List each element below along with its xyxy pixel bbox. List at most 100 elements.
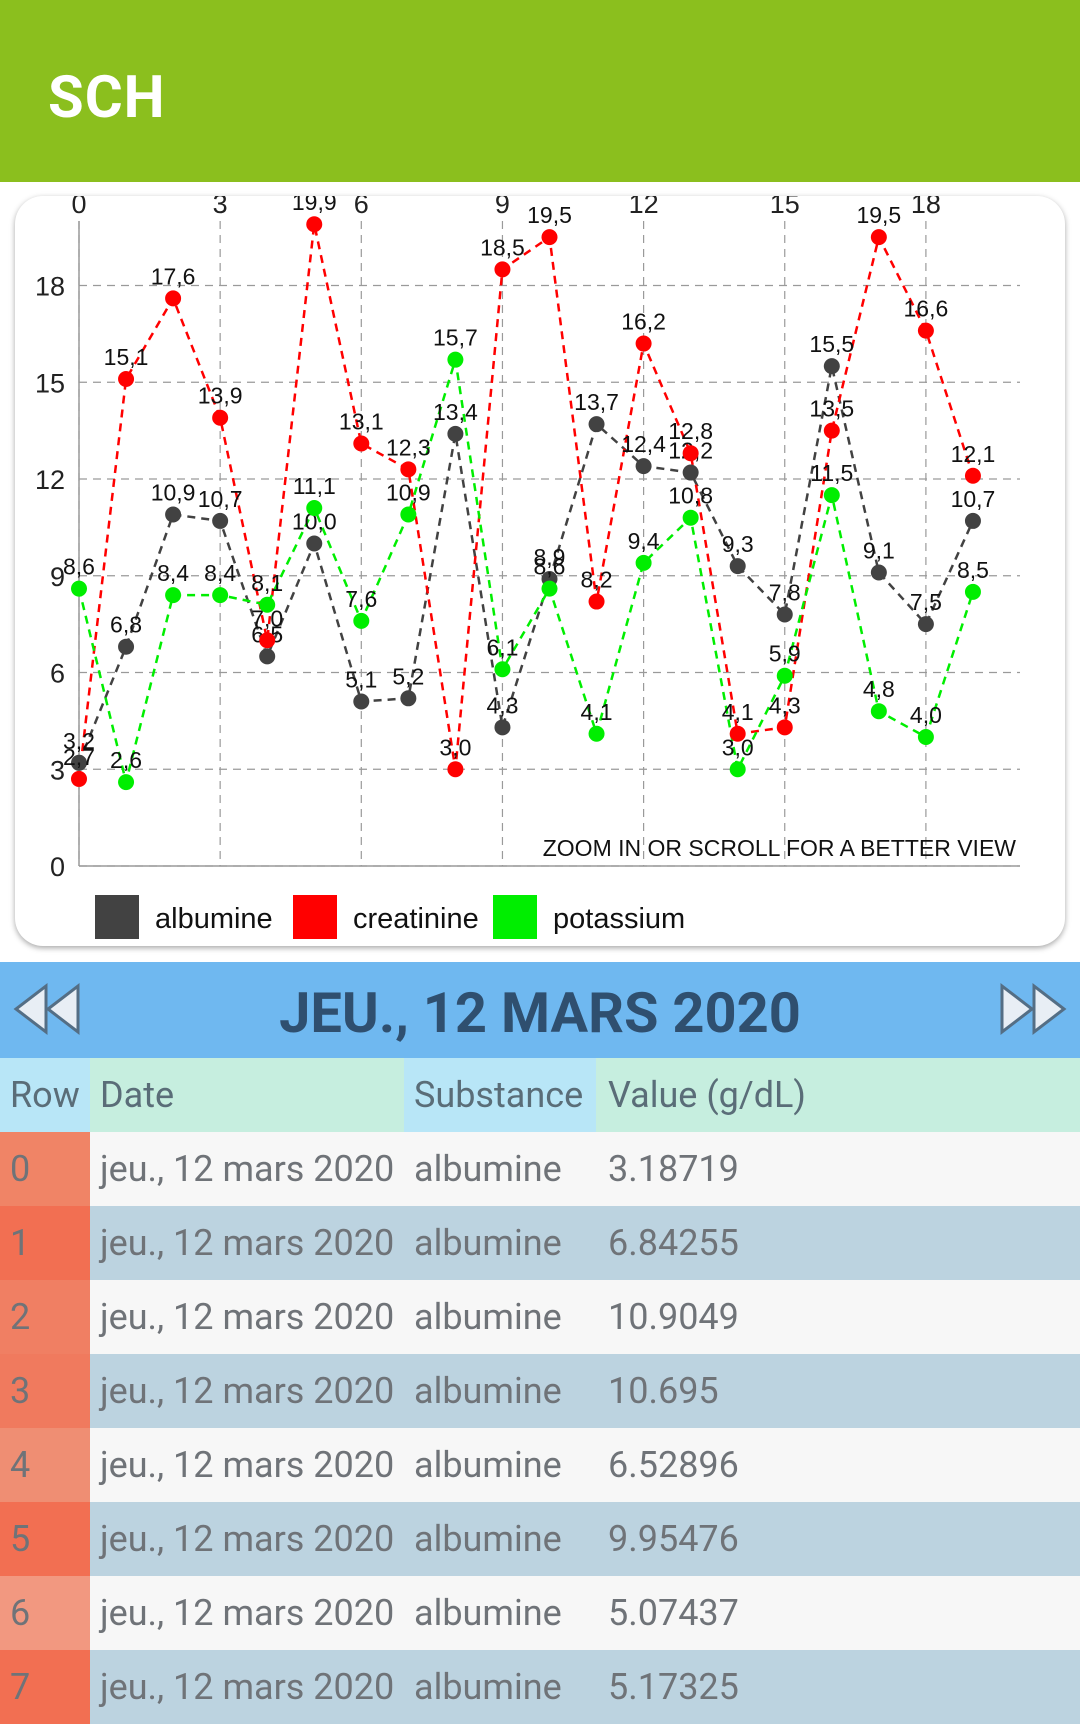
substance-cell: albumine — [414, 1592, 562, 1634]
table-row[interactable]: 6 jeu., 12 mars 2020 albumine 5.07437 — [0, 1576, 1080, 1650]
data-label-creatinine: 12,1 — [951, 441, 996, 467]
data-point-albumine[interactable] — [776, 606, 793, 623]
data-point-albumine[interactable] — [118, 638, 135, 655]
data-point-creatinine[interactable] — [447, 761, 464, 778]
data-label-creatinine: 17,6 — [151, 263, 196, 289]
data-point-creatinine[interactable] — [682, 445, 699, 462]
data-point-potassium[interactable] — [541, 580, 558, 597]
data-point-creatinine[interactable] — [917, 322, 934, 339]
column-header-date[interactable]: Date — [90, 1058, 404, 1132]
data-point-creatinine[interactable] — [353, 435, 370, 452]
data-label-creatinine: 12,3 — [386, 434, 431, 460]
row-index-cell: 2 — [0, 1280, 90, 1354]
data-point-albumine[interactable] — [729, 558, 746, 575]
data-point-albumine[interactable] — [682, 464, 699, 481]
data-point-creatinine[interactable] — [259, 632, 276, 649]
data-label-albumine: 13,7 — [574, 389, 619, 415]
data-point-potassium[interactable] — [729, 761, 746, 778]
data-point-creatinine[interactable] — [400, 461, 417, 478]
data-point-creatinine[interactable] — [165, 290, 182, 307]
data-point-albumine[interactable] — [964, 512, 981, 529]
data-point-albumine[interactable] — [588, 416, 605, 433]
data-point-creatinine[interactable] — [588, 593, 605, 610]
legend-swatch-albumine — [95, 895, 139, 939]
data-point-potassium[interactable] — [776, 667, 793, 684]
data-label-creatinine: 13,5 — [809, 396, 854, 422]
data-point-potassium[interactable] — [682, 509, 699, 526]
data-label-potassium: 8,4 — [157, 560, 189, 586]
value-cell: 10.9049 — [608, 1296, 739, 1338]
table-row[interactable]: 2 jeu., 12 mars 2020 albumine 10.9049 — [0, 1280, 1080, 1354]
data-point-albumine[interactable] — [165, 506, 182, 523]
column-header-substance[interactable]: Substance — [404, 1058, 596, 1132]
data-point-albumine[interactable] — [306, 535, 323, 552]
row-index-cell: 1 — [0, 1206, 90, 1280]
data-point-creatinine[interactable] — [212, 409, 229, 426]
data-point-potassium[interactable] — [259, 596, 276, 613]
table-row[interactable]: 0 jeu., 12 mars 2020 albumine 3.18719 — [0, 1132, 1080, 1206]
data-label-potassium: 11,5 — [810, 460, 853, 486]
data-point-potassium[interactable] — [165, 587, 182, 604]
column-header-row[interactable]: Row — [0, 1058, 90, 1132]
table-row[interactable]: 5 jeu., 12 mars 2020 albumine 9.95476 — [0, 1502, 1080, 1576]
chart-card[interactable]: 036912151803691215183,26,810,910,76,510,… — [15, 196, 1065, 946]
data-point-creatinine[interactable] — [118, 371, 135, 388]
data-point-potassium[interactable] — [588, 725, 605, 742]
data-point-creatinine[interactable] — [776, 719, 793, 736]
data-point-albumine[interactable] — [259, 648, 276, 665]
data-point-albumine[interactable] — [447, 425, 464, 442]
data-point-potassium[interactable] — [306, 500, 323, 517]
data-label-albumine: 13,4 — [433, 399, 478, 425]
line-chart[interactable]: 036912151803691215183,26,810,910,76,510,… — [15, 196, 1065, 946]
data-point-potassium[interactable] — [118, 774, 135, 791]
data-label-potassium: 8,5 — [957, 557, 989, 583]
data-point-albumine[interactable] — [823, 358, 840, 375]
data-point-potassium[interactable] — [212, 587, 229, 604]
data-point-creatinine[interactable] — [870, 229, 887, 246]
data-point-albumine[interactable] — [494, 719, 511, 736]
data-point-potassium[interactable] — [400, 506, 417, 523]
date-cell: jeu., 12 mars 2020 — [100, 1518, 395, 1560]
data-point-albumine[interactable] — [353, 693, 370, 710]
table-row[interactable]: 1 jeu., 12 mars 2020 albumine 6.84255 — [0, 1206, 1080, 1280]
legend-swatch-creatinine — [293, 895, 337, 939]
table-row[interactable]: 7 jeu., 12 mars 2020 albumine 5.17325 — [0, 1650, 1080, 1724]
data-label-potassium: 8,6 — [63, 554, 95, 580]
row-index-cell: 4 — [0, 1428, 90, 1502]
value-cell: 5.07437 — [608, 1592, 739, 1634]
data-point-creatinine[interactable] — [306, 216, 323, 233]
fast-forward-icon[interactable] — [996, 980, 1070, 1038]
data-point-albumine[interactable] — [635, 458, 652, 475]
legend-label-albumine: albumine — [155, 903, 273, 935]
data-point-albumine[interactable] — [400, 690, 417, 707]
data-point-potassium[interactable] — [823, 487, 840, 504]
table-row[interactable]: 4 jeu., 12 mars 2020 albumine 6.52896 — [0, 1428, 1080, 1502]
data-point-creatinine[interactable] — [494, 261, 511, 278]
table-row[interactable]: 3 jeu., 12 mars 2020 albumine 10.695 — [0, 1354, 1080, 1428]
data-point-albumine[interactable] — [212, 512, 229, 529]
data-point-potassium[interactable] — [447, 351, 464, 368]
data-point-creatinine[interactable] — [71, 770, 87, 787]
legend-label-creatinine: creatinine — [353, 903, 479, 935]
row-index-cell: 5 — [0, 1502, 90, 1576]
data-label-creatinine: 3,0 — [439, 734, 471, 760]
data-point-potassium[interactable] — [494, 661, 511, 678]
data-label-albumine: 10,9 — [151, 479, 196, 505]
data-label-potassium: 2,6 — [110, 747, 142, 773]
data-point-creatinine[interactable] — [964, 467, 981, 484]
data-point-potassium[interactable] — [71, 580, 87, 597]
value-cell: 6.84255 — [608, 1222, 739, 1264]
data-point-creatinine[interactable] — [541, 229, 558, 246]
data-point-potassium[interactable] — [964, 583, 981, 600]
data-label-creatinine: 19,9 — [292, 196, 337, 215]
data-point-albumine[interactable] — [917, 616, 934, 633]
data-label-potassium: 6,1 — [486, 634, 518, 660]
data-point-potassium[interactable] — [870, 703, 887, 720]
data-point-albumine[interactable] — [870, 564, 887, 581]
data-point-potassium[interactable] — [635, 554, 652, 571]
data-point-creatinine[interactable] — [823, 422, 840, 439]
data-point-creatinine[interactable] — [635, 335, 652, 352]
data-point-potassium[interactable] — [917, 729, 934, 745]
column-header-value[interactable]: Value (g/dL) — [596, 1058, 1080, 1132]
data-point-potassium[interactable] — [353, 612, 370, 629]
